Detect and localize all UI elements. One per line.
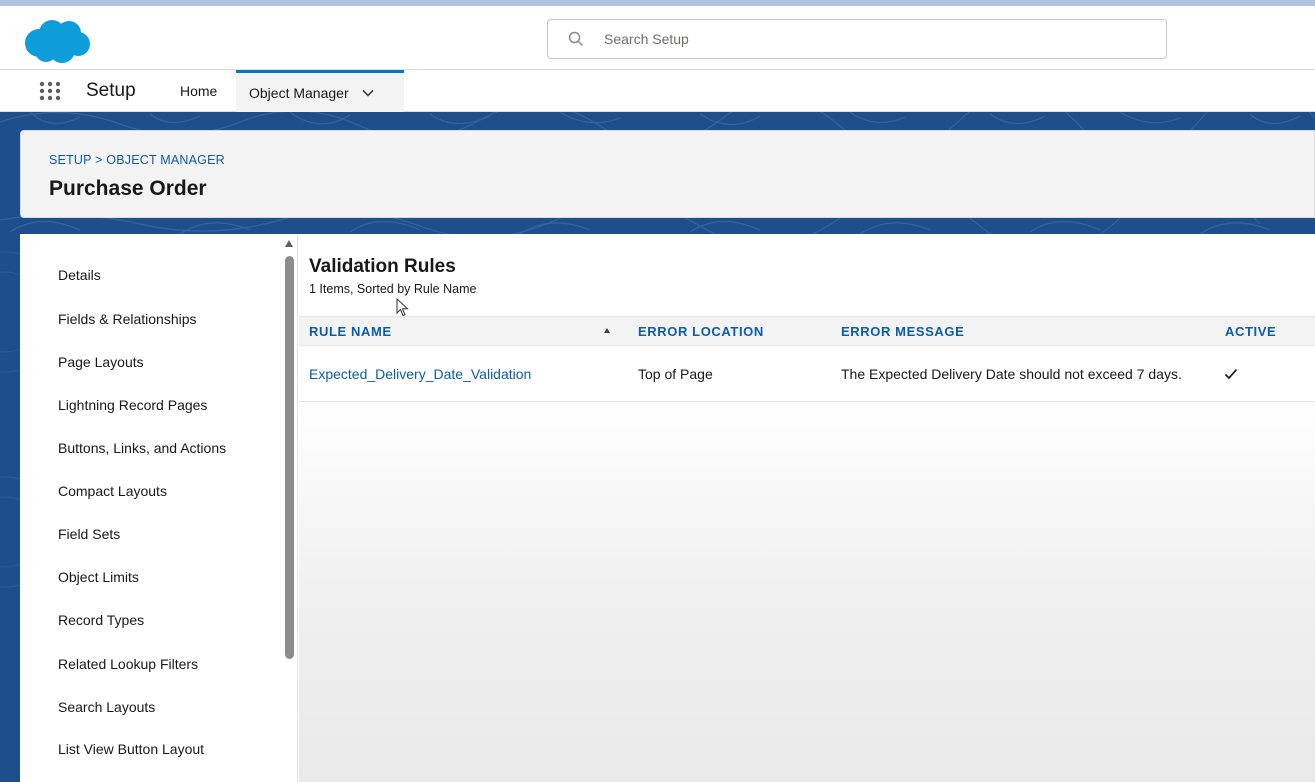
breadcrumb[interactable]: SETUP > OBJECT MANAGER [49,153,225,167]
table-row: Expected_Delivery_Date_Validation Top of… [299,346,1315,402]
tab-home-label: Home [180,83,218,99]
column-error-message[interactable]: ERROR MESSAGE [841,324,964,339]
sidebar-item-page-layouts[interactable]: Page Layouts [58,354,144,370]
sidebar-item-list-view-button-layout[interactable]: List View Button Layout [58,741,204,757]
object-manager-body: Details Fields & Relationships Page Layo… [20,234,1315,782]
column-rule-name[interactable]: RULE NAME [309,324,392,339]
page-title: Purchase Order [49,177,207,200]
rule-name-link[interactable]: Expected_Delivery_Date_Validation [309,366,531,382]
validation-rules-panel: Validation Rules 1 Items, Sorted by Rule… [299,234,1315,782]
sidebar-item-field-sets[interactable]: Field Sets [58,526,120,542]
sidebar-item-record-types[interactable]: Record Types [58,612,144,628]
sidebar-item-search-layouts[interactable]: Search Layouts [58,699,155,715]
tab-object-manager[interactable]: Object Manager [236,70,404,112]
section-subtitle: 1 Items, Sorted by Rule Name [309,282,477,296]
search-input[interactable] [604,31,1124,47]
salesforce-cloud-logo[interactable] [22,16,92,66]
error-message-cell: The Expected Delivery Date should not ex… [841,366,1182,382]
tab-home[interactable]: Home [168,70,229,112]
section-title: Validation Rules [309,256,456,277]
app-launcher-icon[interactable] [38,80,62,102]
sidebar-scrollbar[interactable] [285,256,294,659]
column-active[interactable]: ACTIVE [1225,324,1276,339]
sidebar-item-buttons-links-actions[interactable]: Buttons, Links, and Actions [58,440,226,456]
checkmark-icon [1224,368,1238,380]
sidebar-item-object-limits[interactable]: Object Limits [58,569,139,585]
table-header: RULE NAME ERROR LOCATION ERROR MESSAGE A… [299,316,1315,346]
tab-object-manager-label: Object Manager [249,84,349,101]
global-header [0,0,1315,70]
column-error-location[interactable]: ERROR LOCATION [638,324,764,339]
object-sidebar: Details Fields & Relationships Page Layo… [20,234,298,782]
search-setup-box[interactable] [547,19,1167,59]
context-bar: Setup Home Object Manager [0,70,1315,112]
sidebar-item-related-lookup-filters[interactable]: Related Lookup Filters [58,656,198,672]
object-page-header: SETUP > OBJECT MANAGER Purchase Order [20,130,1315,218]
sidebar-item-compact-layouts[interactable]: Compact Layouts [58,483,167,499]
sidebar-item-fields-relationships[interactable]: Fields & Relationships [58,311,197,327]
search-icon [568,31,584,47]
chevron-down-icon[interactable] [361,86,375,100]
error-location-cell: Top of Page [638,366,713,382]
sort-ascending-icon[interactable] [604,328,610,333]
app-name: Setup [86,80,136,101]
sidebar-item-lightning-record-pages[interactable]: Lightning Record Pages [58,397,207,413]
scroll-up-arrow[interactable] [285,240,293,247]
sidebar-item-details[interactable]: Details [58,267,101,283]
